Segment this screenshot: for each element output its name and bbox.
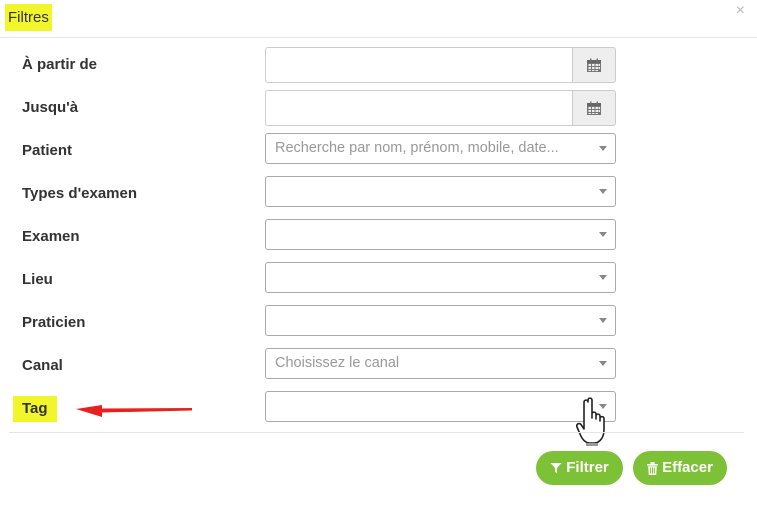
exam-select[interactable] [265,219,616,250]
field-row-channel: Canal Choisissez le canal [0,348,757,384]
location-select[interactable] [265,262,616,293]
clear-button[interactable]: Effacer [633,451,727,485]
field-row-to-date: Jusqu'à [0,90,757,126]
field-row-practitioner: Praticien [0,305,757,341]
from-date-input[interactable] [265,47,573,83]
chevron-down-icon [599,146,607,151]
field-row-from-date: À partir de [0,47,757,83]
chevron-down-icon [599,361,607,366]
field-label: Canal [22,357,63,374]
field-label: Praticien [22,314,86,331]
calendar-icon[interactable] [572,90,616,126]
field-row-location: Lieu [0,262,757,298]
trash-icon [647,461,659,475]
channel-placeholder: Choisissez le canal [275,355,400,371]
patient-select[interactable]: Recherche par nom, prénom, mobile, date.… [265,133,616,164]
patient-placeholder: Recherche par nom, prénom, mobile, date.… [275,140,559,156]
filters-dialog: Filtres × À partir de Jusqu'à Patient Re… [0,0,757,508]
filter-button[interactable]: Filtrer [536,451,623,485]
close-icon[interactable]: × [736,3,745,19]
tag-select[interactable] [265,391,616,422]
dialog-title: Filtres [5,4,52,31]
field-label: Jusqu'à [22,99,79,116]
field-label: Tag [13,396,57,422]
filter-button-label: Filtrer [566,459,609,476]
filter-icon [550,463,562,473]
chevron-down-icon [599,275,607,280]
channel-select[interactable]: Choisissez le canal [265,348,616,379]
field-label: Types d'examen [22,185,138,202]
field-row-patient: Patient Recherche par nom, prénom, mobil… [0,133,757,169]
to-date-group [265,90,616,126]
calendar-icon[interactable] [572,47,616,83]
from-date-group [265,47,616,83]
to-date-input[interactable] [265,90,573,126]
field-row-exam-types: Types d'examen [0,176,757,212]
field-label: Patient [22,142,73,159]
practitioner-select[interactable] [265,305,616,336]
chevron-down-icon [599,189,607,194]
exam-types-select[interactable] [265,176,616,207]
field-label: Lieu [22,271,53,288]
field-row-exam: Examen [0,219,757,255]
field-label: À partir de [22,56,98,73]
field-label: Examen [22,228,80,245]
dialog-header: Filtres × [0,0,757,38]
hand-cursor-icon [576,397,605,446]
chevron-down-icon [599,232,607,237]
annotation-arrow-icon [76,405,192,417]
footer-divider [9,432,744,433]
chevron-down-icon [599,318,607,323]
clear-button-label: Effacer [662,459,713,476]
